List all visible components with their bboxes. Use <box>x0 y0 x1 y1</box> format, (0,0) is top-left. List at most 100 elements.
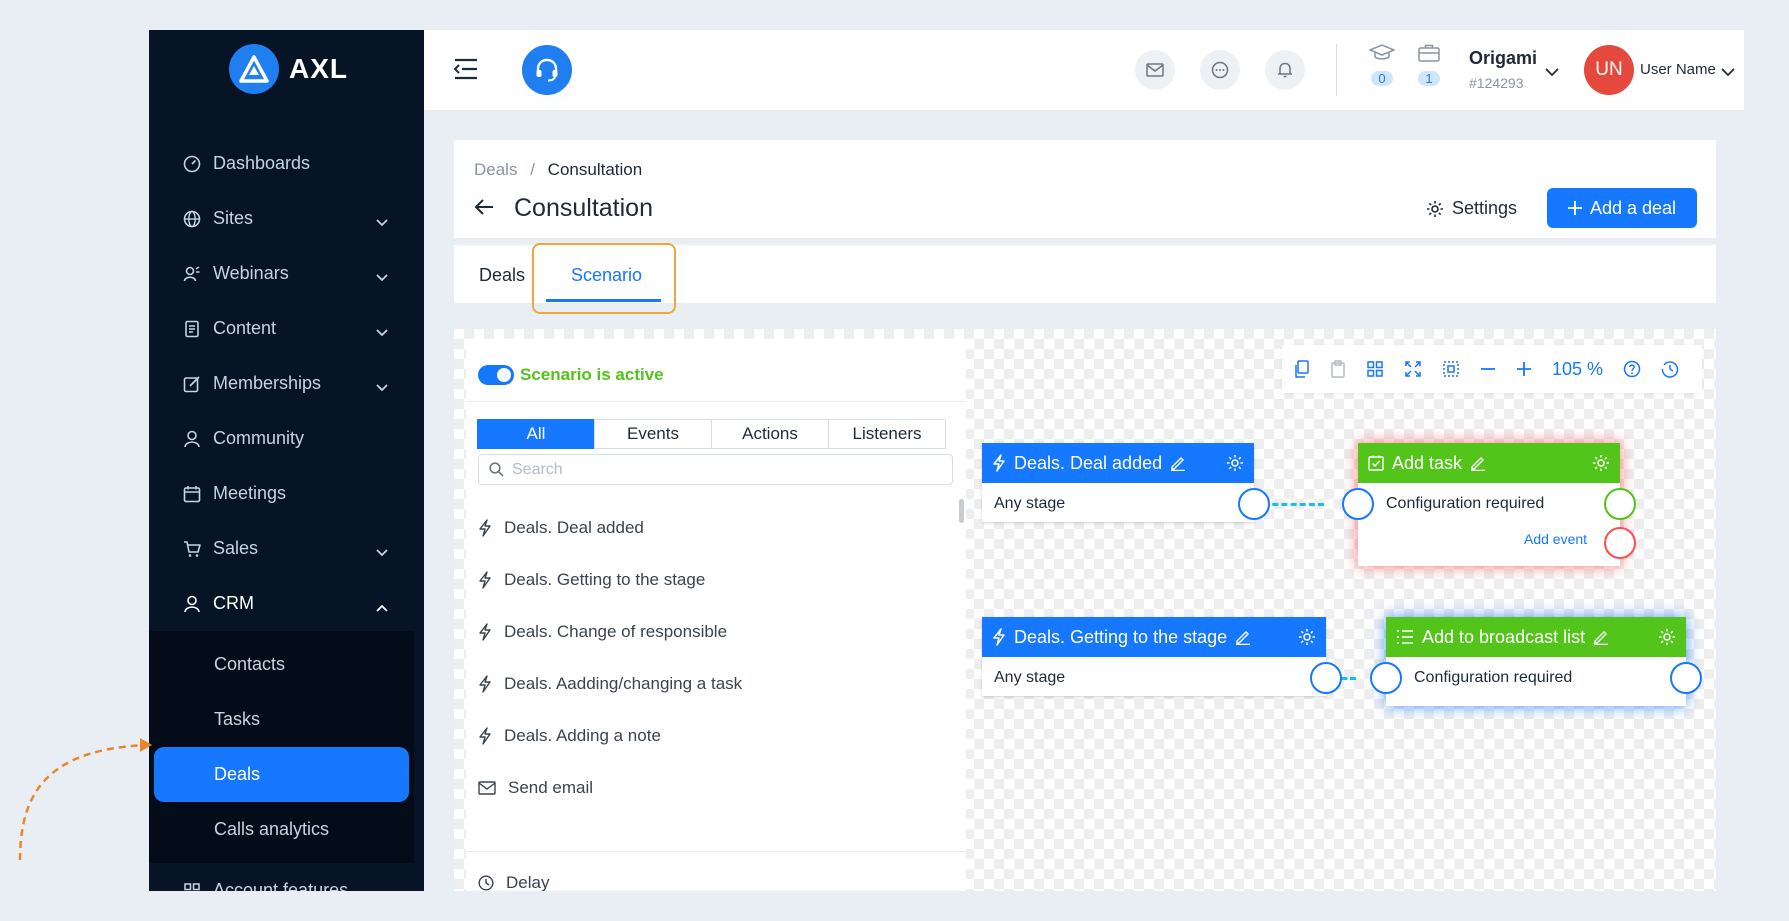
gear-icon[interactable] <box>1226 454 1244 472</box>
delay-item[interactable]: Delay <box>478 873 549 891</box>
support-button[interactable] <box>522 45 572 95</box>
sidebar-item-label: CRM <box>213 593 254 613</box>
divider <box>1336 44 1337 96</box>
courses-counter[interactable]: 0 <box>1367 44 1397 88</box>
search-input[interactable] <box>512 460 932 479</box>
menu-toggle-icon[interactable] <box>453 58 478 85</box>
pencil-icon[interactable] <box>1470 455 1486 471</box>
filter-actions[interactable]: Actions <box>711 419 829 449</box>
gear-icon[interactable] <box>1298 628 1316 646</box>
user-name[interactable]: User Name <box>1640 61 1716 78</box>
node-body: Any stage <box>994 495 1066 512</box>
add-deal-button[interactable]: Add a deal <box>1547 188 1697 228</box>
output-port[interactable] <box>1310 662 1342 694</box>
node-title: Add to broadcast list <box>1422 626 1586 647</box>
trigger-node-deal-added[interactable]: Deals. Deal added Any stage <box>982 443 1254 522</box>
pencil-icon[interactable] <box>1170 455 1186 471</box>
chevron-down-icon <box>376 321 388 342</box>
sidebar-item-webinars[interactable]: Webinars <box>149 246 424 301</box>
sidebar-item-account-features[interactable]: Account features <box>149 863 424 891</box>
webinar-icon <box>183 265 201 283</box>
chevron-down-icon[interactable] <box>1545 64 1559 82</box>
mail-button[interactable] <box>1135 50 1175 90</box>
notifications-button[interactable] <box>1265 50 1305 90</box>
chat-button[interactable] <box>1200 50 1240 90</box>
list-item[interactable]: Deals. Deal added <box>478 502 742 554</box>
node-header: Add task <box>1358 443 1620 483</box>
add-event-link[interactable]: Add event <box>1524 531 1587 547</box>
filter-events[interactable]: Events <box>594 419 712 449</box>
sidebar-item-memberships[interactable]: Memberships <box>149 356 424 411</box>
tab-deals[interactable]: Deals <box>479 265 525 286</box>
sidebar-item-content[interactable]: Content <box>149 301 424 356</box>
sidebar-item-sites[interactable]: Sites <box>149 191 424 246</box>
breadcrumb-current: Consultation <box>547 160 643 179</box>
user-icon <box>183 595 201 613</box>
add-deal-label: Add a deal <box>1589 197 1677 218</box>
sidebar-item-dashboards[interactable]: Dashboards <box>149 136 424 191</box>
zoom-level: 105 % <box>1552 358 1604 379</box>
filter-tabs: All Events Actions Listeners <box>477 419 946 449</box>
input-port[interactable] <box>1370 662 1402 694</box>
sidebar-item-deals[interactable]: Deals <box>154 747 409 802</box>
error-port[interactable] <box>1604 527 1636 559</box>
lightning-icon <box>479 727 491 745</box>
divider <box>466 851 966 852</box>
back-arrow-icon[interactable] <box>474 198 494 221</box>
sidebar-item-community[interactable]: Community <box>149 411 424 466</box>
gear-icon[interactable] <box>1658 628 1676 646</box>
scrollbar-thumb[interactable] <box>959 499 964 523</box>
scenario-active-toggle[interactable] <box>478 365 514 385</box>
select-area-icon[interactable] <box>1442 360 1460 378</box>
page-title: Consultation <box>514 194 653 222</box>
list-item-label: Deals. Aadding/changing a task <box>504 674 743 693</box>
output-port[interactable] <box>1670 662 1702 694</box>
input-port[interactable] <box>1342 488 1374 520</box>
list-item[interactable]: Deals. Aadding/changing a task <box>478 658 742 710</box>
cart-icon <box>183 540 201 558</box>
gear-icon[interactable] <box>1592 454 1610 472</box>
checkbox-icon <box>1368 455 1384 471</box>
sidebar-item-calls-analytics[interactable]: Calls analytics <box>149 802 414 857</box>
company-switcher[interactable]: Origami #124293 <box>1469 48 1537 91</box>
list-item[interactable]: Deals. Getting to the stage <box>478 554 742 606</box>
action-node-add-task[interactable]: Add task Configuration required Add even… <box>1358 443 1620 566</box>
filter-all[interactable]: All <box>477 419 595 449</box>
pencil-icon[interactable] <box>1593 629 1609 645</box>
zoom-in-icon[interactable] <box>1516 361 1532 377</box>
action-node-add-to-broadcast[interactable]: Add to broadcast list Configuration requ… <box>1386 617 1686 706</box>
output-port[interactable] <box>1238 488 1270 520</box>
scenario-status: Scenario is active <box>478 365 664 385</box>
list-item[interactable]: Deals. Adding a note <box>478 710 742 762</box>
chevron-down-icon[interactable] <box>1721 64 1735 82</box>
success-port[interactable] <box>1604 488 1636 520</box>
chevron-down-icon <box>376 541 388 562</box>
list-item-label: Deals. Adding a note <box>504 726 661 745</box>
help-icon[interactable] <box>1623 360 1641 378</box>
sidebar-item-tasks[interactable]: Tasks <box>149 692 414 747</box>
avatar[interactable]: UN <box>1584 45 1634 95</box>
logo[interactable]: AXL <box>229 44 348 94</box>
node-header: Deals. Deal added <box>982 443 1254 483</box>
paste-icon[interactable] <box>1330 360 1346 378</box>
zoom-out-icon[interactable] <box>1480 361 1496 377</box>
crm-submenu: Contacts Tasks Deals Calls analytics <box>149 631 414 863</box>
filter-listeners[interactable]: Listeners <box>828 419 946 449</box>
sidebar-item-crm[interactable]: CRM <box>149 576 424 631</box>
arrange-grid-icon[interactable] <box>1366 360 1384 378</box>
breadcrumb-link[interactable]: Deals <box>474 160 517 179</box>
fit-screen-icon[interactable] <box>1404 360 1422 378</box>
scenario-canvas[interactable]: Scenario is active All Events Actions Li… <box>454 329 1716 891</box>
history-icon[interactable] <box>1661 360 1679 378</box>
list-item[interactable]: Send email <box>478 762 742 814</box>
products-counter[interactable]: 1 <box>1414 44 1444 88</box>
pencil-icon[interactable] <box>1235 629 1251 645</box>
trigger-node-getting-to-stage[interactable]: Deals. Getting to the stage Any stage <box>982 617 1326 696</box>
copy-icon[interactable] <box>1294 360 1310 378</box>
sidebar-item-sales[interactable]: Sales <box>149 521 424 576</box>
sidebar-item-contacts[interactable]: Contacts <box>149 637 414 692</box>
sidebar-item-meetings[interactable]: Meetings <box>149 466 424 521</box>
node-title: Deals. Deal added <box>1014 452 1163 473</box>
list-item[interactable]: Deals. Change of responsible <box>478 606 742 658</box>
settings-button[interactable]: Settings <box>1426 198 1517 219</box>
